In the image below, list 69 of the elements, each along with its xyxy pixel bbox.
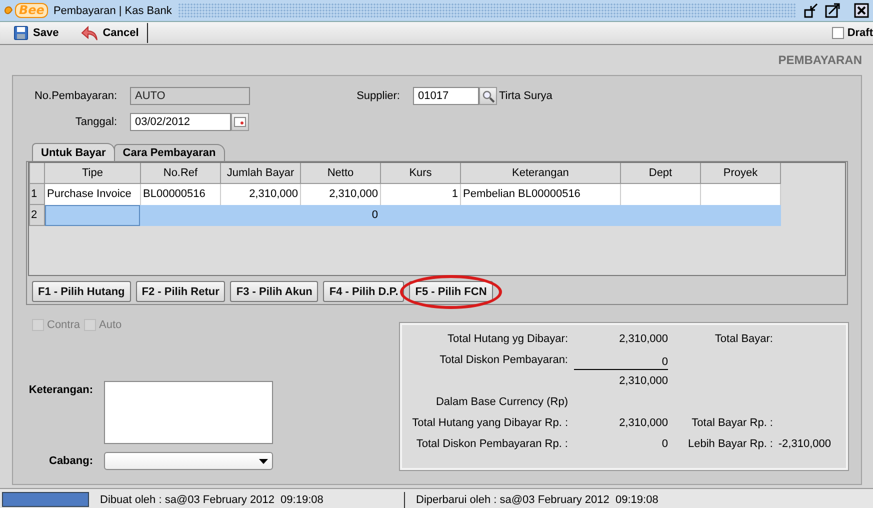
- supplier-field[interactable]: 01017: [413, 87, 479, 105]
- field-label: Cabang:: [48, 455, 93, 467]
- maximize-icon[interactable]: [825, 3, 840, 18]
- row-number: 2: [30, 204, 44, 226]
- tab[interactable]: Cara Pembayaran: [114, 144, 225, 161]
- tab[interactable]: Untuk Bayar: [32, 143, 115, 161]
- bee-icon: [4, 5, 13, 16]
- draft-checkbox[interactable]: Draft: [832, 22, 873, 44]
- calendar-button[interactable]: [231, 113, 249, 131]
- checkbox[interactable]: [832, 27, 844, 39]
- checkbox-label: Auto: [99, 319, 122, 331]
- field-label: Tanggal:: [74, 116, 117, 128]
- field-label: Keterangan:: [28, 384, 93, 396]
- total-value: 2,310,000: [618, 416, 668, 428]
- date-field[interactable]: 03/02/2012: [130, 113, 231, 131]
- created-info: Dibuat oleh : sa@03 February 2012 09:19:08: [100, 494, 324, 506]
- restore-icon[interactable]: [804, 3, 819, 18]
- total-label: Total Bayar Rp. :: [690, 416, 773, 428]
- updated-info: Diperbarui oleh : sa@03 February 2012 09:19:08: [416, 494, 658, 506]
- calendar-icon: [234, 116, 246, 128]
- undo-arrow-icon: [80, 26, 98, 40]
- table-cell: 0: [300, 204, 380, 226]
- checkbox-label: Contra: [47, 319, 80, 331]
- column-header: Jumlah Bayar: [220, 163, 300, 184]
- function-button[interactable]: F3 - Pilih Akun: [230, 281, 318, 302]
- close-icon[interactable]: [854, 3, 869, 18]
- total-value: 0: [574, 349, 668, 370]
- notes-field[interactable]: [104, 381, 273, 444]
- table-cell: 2,310,000: [300, 184, 380, 204]
- table-cell: 1: [380, 184, 460, 204]
- total-value: 2,310,000: [618, 332, 668, 344]
- column-header: Proyek: [700, 163, 780, 184]
- window-title: Pembayaran | Kas Bank: [53, 4, 172, 16]
- caret-icon: [259, 458, 268, 464]
- table-cell: Pembelian BL00000516: [460, 184, 620, 204]
- table-cell: Purchase Invoice: [44, 184, 140, 204]
- total-label: Total Hutang yg Dibayar:: [446, 332, 568, 344]
- column-header: No.Ref: [140, 163, 220, 184]
- total-value: -2,310,000: [777, 438, 831, 450]
- table-cell: 2,310,000: [220, 184, 300, 204]
- total-value: 0: [660, 438, 668, 450]
- branch-dropdown[interactable]: [104, 452, 273, 470]
- total-label: Total Diskon Pembayaran Rp. :: [415, 438, 568, 450]
- row-number: 1: [30, 184, 44, 204]
- total-label: Lebih Bayar Rp. :: [687, 438, 773, 450]
- supplier-name: Tirta Surya: [499, 90, 552, 102]
- field-label: No.Pembayaran:: [33, 90, 117, 102]
- total-label: Total Diskon Pembayaran:: [438, 354, 568, 366]
- function-button[interactable]: F5 - Pilih FCN: [409, 281, 493, 302]
- total-label: Total Hutang yang Dibayar Rp. :: [411, 416, 568, 428]
- table-cell: BL00000516: [140, 184, 220, 204]
- column-header: Keterangan: [460, 163, 620, 184]
- column-header: Netto: [300, 163, 380, 184]
- search-icon: [482, 90, 494, 102]
- total-label: Total Bayar:: [714, 332, 773, 344]
- column-header: Dept: [620, 163, 700, 184]
- column-header: Kurs: [380, 163, 460, 184]
- search-button[interactable]: [479, 87, 497, 105]
- app-logo: Bee: [15, 3, 48, 18]
- cancel-button[interactable]: Cancel: [66, 22, 147, 44]
- column-header: Tipe: [44, 163, 140, 184]
- total-value: 2,310,000: [618, 374, 668, 386]
- function-button[interactable]: F4 - Pilih D.P.: [323, 281, 404, 302]
- page-heading: PEMBAYARAN: [777, 53, 863, 67]
- function-button[interactable]: F1 - Pilih Hutang: [32, 281, 131, 302]
- total-label: Dalam Base Currency (Rp): [434, 396, 568, 408]
- function-button[interactable]: F2 - Pilih Retur: [136, 281, 226, 302]
- field-label: Supplier:: [356, 90, 400, 102]
- save-button[interactable]: Save: [0, 22, 67, 44]
